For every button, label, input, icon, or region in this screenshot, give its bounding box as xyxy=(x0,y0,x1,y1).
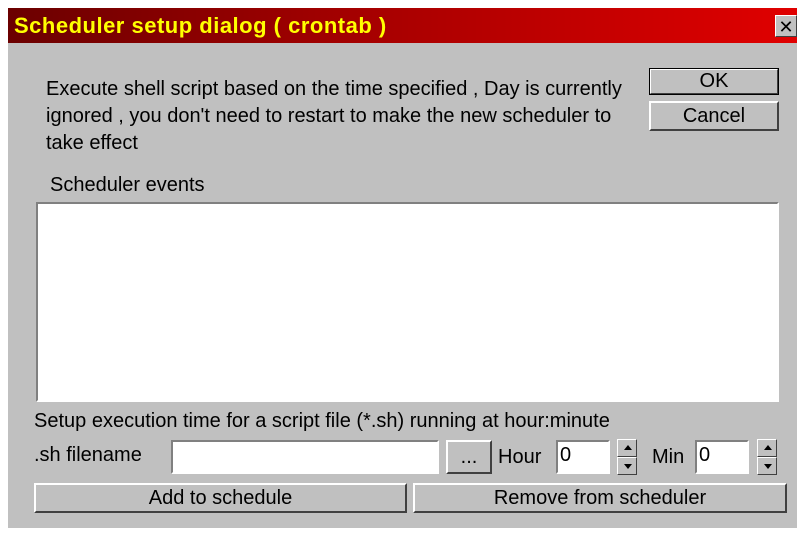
min-up-button[interactable] xyxy=(757,439,777,457)
ok-button-label: OK xyxy=(699,70,729,92)
hour-label: Hour xyxy=(498,446,542,468)
min-down-button[interactable] xyxy=(757,457,777,475)
scheduler-events-list[interactable] xyxy=(36,202,779,402)
close-button[interactable]: ✕ xyxy=(775,15,797,37)
add-to-schedule-label: Add to schedule xyxy=(148,487,293,509)
min-input[interactable]: 0 xyxy=(695,440,749,474)
add-to-schedule-button[interactable]: Add to schedule xyxy=(34,483,407,513)
browse-button-label: ... xyxy=(460,446,478,468)
min-input-value: 0 xyxy=(699,444,711,466)
scheduler-events-label: Scheduler events xyxy=(50,174,205,196)
arrow-up-icon xyxy=(624,445,632,450)
min-label: Min xyxy=(652,446,685,468)
remove-from-scheduler-label: Remove from scheduler xyxy=(493,487,707,509)
arrow-down-icon xyxy=(624,464,632,469)
scheduler-dialog: Scheduler setup dialog ( crontab ) ✕ Exe… xyxy=(8,8,797,528)
description-text: Execute shell script based on the time s… xyxy=(46,78,622,154)
close-icon: ✕ xyxy=(778,17,794,37)
remove-from-scheduler-button[interactable]: Remove from scheduler xyxy=(413,483,787,513)
hour-input-value: 0 xyxy=(560,444,572,466)
hour-down-button[interactable] xyxy=(617,457,637,475)
cancel-button[interactable]: Cancel xyxy=(649,101,779,131)
hour-spinner[interactable] xyxy=(617,439,637,475)
cancel-button-label: Cancel xyxy=(682,105,746,127)
dialog-title: Scheduler setup dialog ( crontab ) xyxy=(14,13,387,38)
ok-button[interactable]: OK xyxy=(649,68,779,95)
filename-input[interactable] xyxy=(171,440,439,474)
hour-input[interactable]: 0 xyxy=(556,440,610,474)
browse-button[interactable]: ... xyxy=(446,440,492,474)
arrow-up-icon xyxy=(764,445,772,450)
setup-instructions-label: Setup execution time for a script file (… xyxy=(34,410,610,432)
filename-label: .sh filename xyxy=(34,444,142,466)
arrow-down-icon xyxy=(764,464,772,469)
hour-up-button[interactable] xyxy=(617,439,637,457)
title-bar[interactable]: Scheduler setup dialog ( crontab ) ✕ xyxy=(8,8,797,43)
min-spinner[interactable] xyxy=(757,439,777,475)
